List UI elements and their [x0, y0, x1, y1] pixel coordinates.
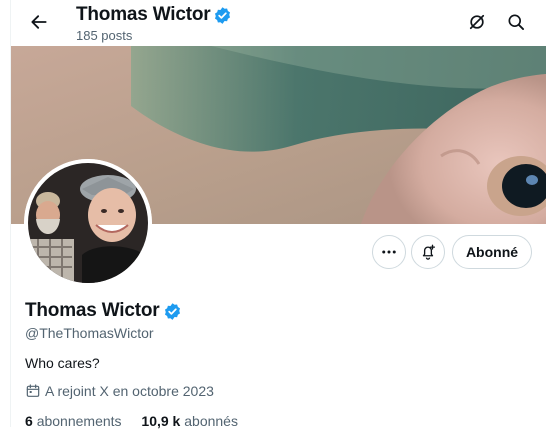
more-button[interactable] [372, 235, 406, 269]
profile-name: Thomas Wictor [25, 300, 160, 321]
search-icon [508, 14, 524, 31]
profile-name-row: Thomas Wictor [25, 300, 182, 322]
verified-badge-icon[interactable] [163, 302, 182, 321]
header-post-count: 185 posts [76, 28, 133, 43]
header-name-row: Thomas Wictor [76, 4, 232, 26]
bell-plus-icon [422, 244, 436, 260]
profile-avatar[interactable] [24, 159, 152, 287]
more-dots-icon [382, 250, 396, 254]
back-button[interactable] [22, 5, 56, 39]
calendar-icon [25, 383, 41, 399]
profile-join-date: A rejoint X en octobre 2023 [25, 383, 214, 399]
profile-bio: Who cares? [25, 355, 100, 371]
profile-header: Thomas Wictor 185 posts [11, 0, 546, 46]
grok-icon [469, 14, 485, 30]
search-button[interactable] [499, 5, 533, 39]
verified-badge-icon [213, 6, 232, 25]
notifications-button[interactable] [411, 235, 445, 269]
profile-handle: @TheThomasWictor [25, 325, 154, 341]
avatar-photo [24, 159, 152, 287]
arrow-left-icon [31, 15, 47, 29]
header-name: Thomas Wictor [76, 4, 211, 25]
join-date-text: A rejoint X en octobre 2023 [45, 383, 214, 399]
grok-button[interactable] [460, 5, 494, 39]
following-button[interactable]: Abonné [452, 235, 532, 269]
